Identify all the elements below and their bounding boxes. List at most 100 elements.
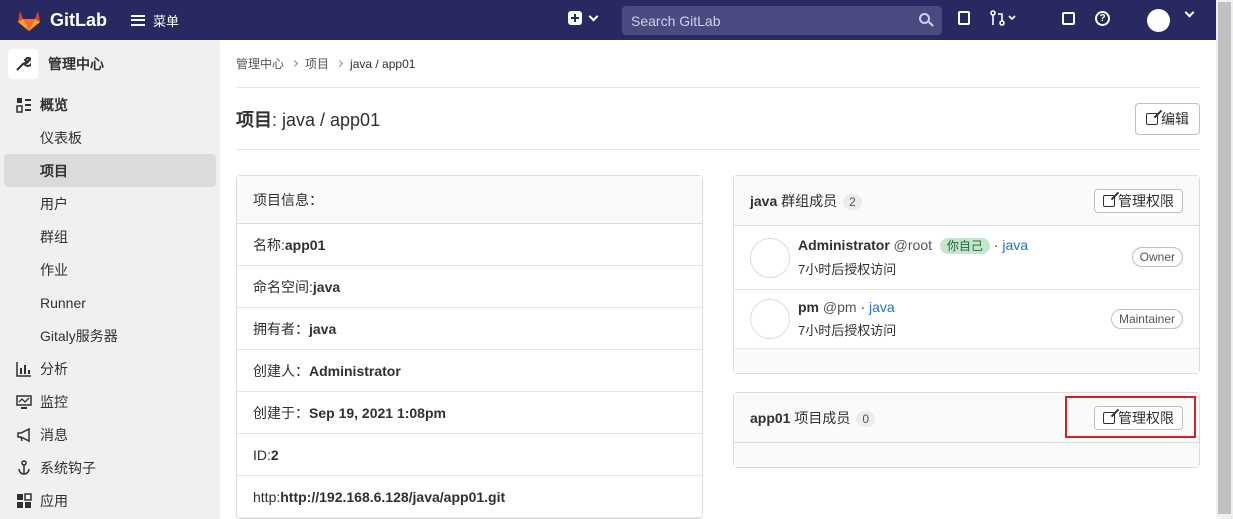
vertical-scrollbar[interactable] xyxy=(1216,0,1233,519)
sidebar-item-system-hooks[interactable]: 系统钩子 xyxy=(0,451,220,484)
sidebar-item-label: 群组 xyxy=(40,228,68,245)
sidebar-item-overview[interactable]: 概览 xyxy=(0,88,220,121)
plus-square-icon xyxy=(568,11,582,25)
sidebar-title: 管理中心 xyxy=(48,56,104,72)
sidebar-item-monitoring[interactable]: 监控 xyxy=(0,385,220,418)
menu-button[interactable]: 菜单 xyxy=(131,11,179,30)
scrollbar-thumb[interactable] xyxy=(1218,2,1231,514)
avatar[interactable] xyxy=(750,237,790,278)
info-row-created-at: 创建于： Sep 19, 2021 1:08pm xyxy=(237,392,702,434)
main-content: 管理中心 项目 java / app01 项目: java / app01 编辑… xyxy=(236,40,1200,519)
breadcrumb: 管理中心 项目 java / app01 xyxy=(236,40,1200,88)
highlight-box xyxy=(1065,396,1196,438)
sidebar-item-messages[interactable]: 消息 xyxy=(0,418,220,451)
project-info-card: 项目信息： 名称: app01 命名空间: java 拥有者： java 创建人：… xyxy=(236,175,703,519)
info-value[interactable]: Administrator xyxy=(309,363,401,379)
info-value[interactable]: java xyxy=(313,279,340,295)
sidebar-item-label: 仪表板 xyxy=(40,129,82,146)
info-value[interactable]: http://192.168.6.128/java/app01.git xyxy=(280,489,505,505)
edit-icon xyxy=(1103,194,1115,207)
info-row-namespace: 命名空间: java xyxy=(237,266,702,308)
info-row-id: ID: 2 xyxy=(237,434,702,476)
merge-request-icon[interactable] xyxy=(990,10,1016,26)
manage-access-label: 管理权限 xyxy=(1118,192,1174,209)
menu-label: 菜单 xyxy=(153,13,180,29)
breadcrumb-current[interactable]: java / app01 xyxy=(350,57,415,71)
project-name: app01 xyxy=(750,409,791,426)
monitor-icon xyxy=(16,394,32,410)
todo-check-icon[interactable] xyxy=(1062,11,1075,25)
sidebar-item-label: 概览 xyxy=(40,96,68,113)
wrench-icon xyxy=(8,49,38,79)
member-name[interactable]: pm xyxy=(798,299,819,315)
sidebar-item-groups[interactable]: 群组 xyxy=(0,220,220,253)
sidebar: 管理中心 概览 仪表板 项目 用户 群组 作业 Runner Gitaly服务器… xyxy=(0,40,220,519)
sidebar-item-runner[interactable]: Runner xyxy=(0,286,220,319)
breadcrumb-projects[interactable]: 项目 xyxy=(305,55,329,72)
sidebar-item-dashboard[interactable]: 仪表板 xyxy=(0,121,220,154)
info-label: 拥有者： xyxy=(253,320,309,337)
member-group-link[interactable]: java xyxy=(869,299,895,315)
member-username: @root xyxy=(889,237,933,253)
hook-icon xyxy=(16,459,32,476)
group-name: java xyxy=(750,192,778,209)
edit-icon xyxy=(1146,112,1158,125)
sidebar-item-analytics[interactable]: 分析 xyxy=(0,352,220,385)
search-box[interactable] xyxy=(622,6,942,35)
info-label: http: xyxy=(253,488,281,505)
role-badge: Owner xyxy=(1131,247,1183,267)
info-value[interactable]: java xyxy=(309,321,336,337)
avatar[interactable] xyxy=(750,299,790,339)
breadcrumb-admin[interactable]: 管理中心 xyxy=(236,55,284,72)
sidebar-header[interactable]: 管理中心 xyxy=(0,40,220,88)
sidebar-item-gitaly[interactable]: Gitaly服务器 xyxy=(0,319,220,352)
help-icon[interactable]: ? xyxy=(1095,10,1110,26)
page-title: 项目: java / app01 xyxy=(236,106,380,132)
info-label: 创建于： xyxy=(253,404,309,421)
group-members-title: java 群组成员 2 xyxy=(750,191,862,211)
bullhorn-icon xyxy=(16,427,32,443)
info-label: 名称: xyxy=(253,236,285,253)
page-title-rest: : java / app01 xyxy=(272,109,381,130)
sidebar-item-label: 分析 xyxy=(40,360,68,377)
info-row-owner: 拥有者： java xyxy=(237,308,702,350)
separator: · xyxy=(856,299,870,315)
member-name[interactable]: Administrator xyxy=(798,237,890,253)
gitlab-logo[interactable]: GitLab xyxy=(16,8,107,32)
search-icon xyxy=(919,13,930,24)
sidebar-item-users[interactable]: 用户 xyxy=(0,187,220,220)
card-footer xyxy=(734,349,1199,373)
info-label: ID: xyxy=(253,446,271,463)
info-row-http: http: http://192.168.6.128/java/app01.gi… xyxy=(237,476,702,518)
sidebar-item-projects[interactable]: 项目 xyxy=(4,154,216,187)
info-value: 2 xyxy=(270,446,279,463)
group-members-card: java 群组成员 2 管理权限 Administrator @root 你自己 … xyxy=(733,175,1200,374)
user-avatar[interactable] xyxy=(1147,9,1170,32)
sidebar-item-applications[interactable]: 应用 xyxy=(0,484,220,517)
sidebar-item-label: 消息 xyxy=(40,426,68,443)
sidebar-item-jobs[interactable]: 作业 xyxy=(0,253,220,286)
member-row: pm @pm · java 7小时后授权访问 Maintainer xyxy=(734,290,1199,349)
group-members-header: java 群组成员 2 管理权限 xyxy=(734,176,1199,226)
chevron-down-icon[interactable] xyxy=(1184,7,1195,18)
member-access-expiry: 7小时后授权访问 xyxy=(798,262,897,277)
sidebar-item-label: 作业 xyxy=(40,261,68,278)
sidebar-item-label: 系统钩子 xyxy=(40,459,96,476)
info-value: app01 xyxy=(284,236,326,253)
issues-icon[interactable] xyxy=(958,11,970,25)
gitlab-tanuki-icon xyxy=(18,11,40,31)
info-row-name: 名称: app01 xyxy=(237,224,702,266)
chevron-right-icon xyxy=(335,59,344,68)
sidebar-item-label: 应用 xyxy=(40,492,68,509)
member-group-link[interactable]: java xyxy=(1002,237,1028,253)
group-members-label: 群组成员 xyxy=(777,192,838,209)
top-navbar: GitLab 菜单 ? xyxy=(0,0,1216,40)
edit-button[interactable]: 编辑 xyxy=(1135,102,1200,135)
search-input[interactable] xyxy=(631,12,901,29)
sidebar-item-label: 项目 xyxy=(40,162,68,179)
edit-label: 编辑 xyxy=(1161,110,1189,127)
manage-group-access-button[interactable]: 管理权限 xyxy=(1094,188,1183,213)
new-dropdown-button[interactable] xyxy=(568,11,599,25)
project-members-title: app01 项目成员 0 xyxy=(750,408,876,428)
